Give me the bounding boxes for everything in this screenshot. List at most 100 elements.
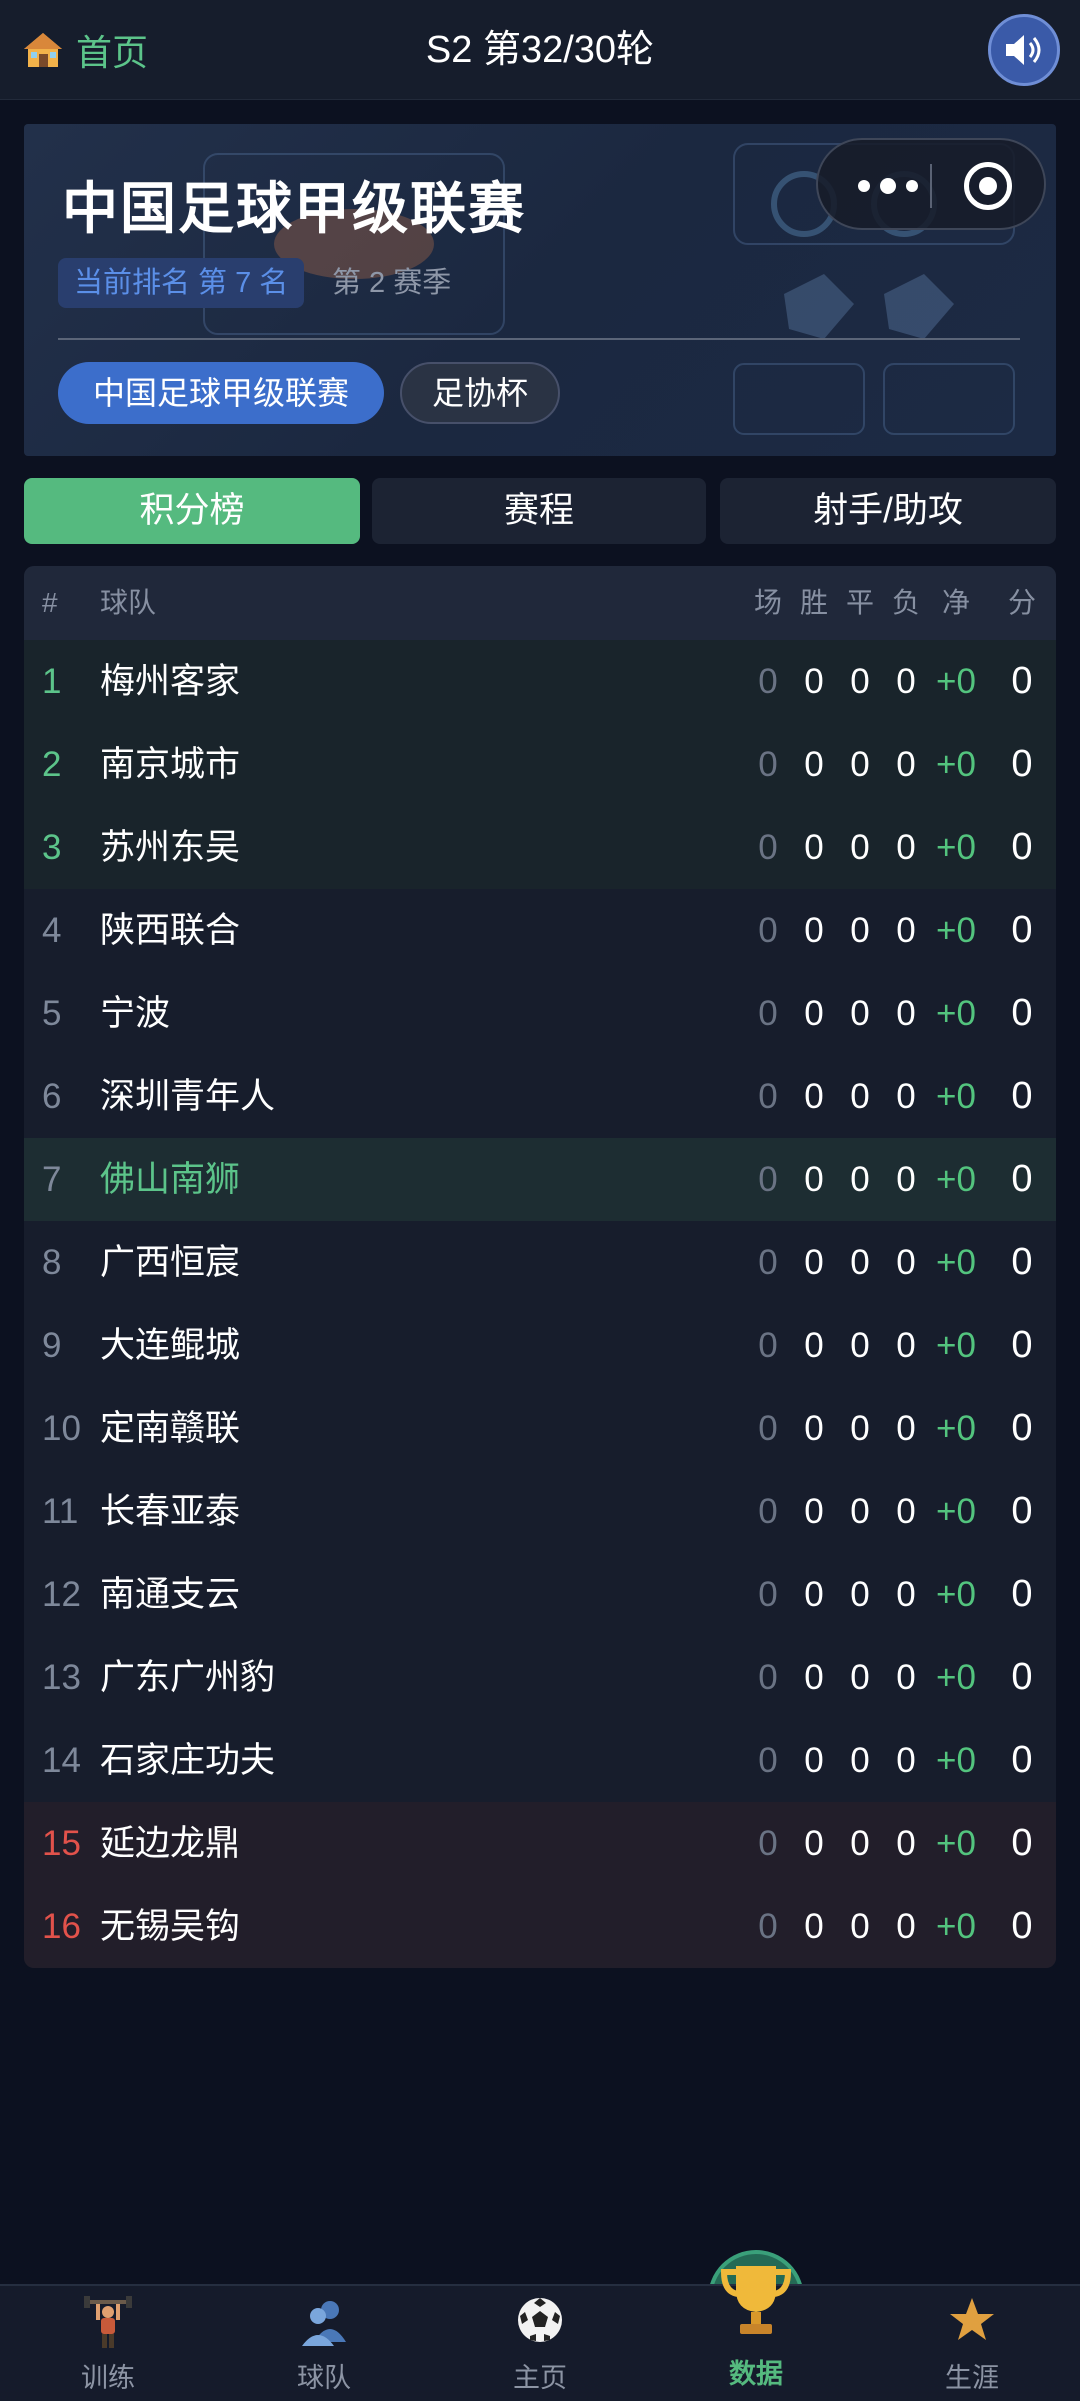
more-menu-icon[interactable]	[858, 168, 918, 204]
row-rank: 3	[42, 828, 62, 867]
table-row[interactable]: 5 宁波 0 0 0 0 +0 0	[24, 972, 1056, 1055]
row-won: 0	[804, 1077, 824, 1116]
star-icon	[950, 2298, 994, 2340]
row-drawn: 0	[850, 1741, 870, 1780]
row-team-name: 深圳青年人	[100, 1077, 276, 1116]
row-goal-diff: +0	[936, 745, 976, 784]
row-drawn: 0	[850, 1409, 870, 1448]
table-row[interactable]: 11 长春亚泰 0 0 0 0 +0 0	[24, 1470, 1056, 1553]
table-row[interactable]: 14 石家庄功夫 0 0 0 0 +0 0	[24, 1719, 1056, 1802]
row-goal-diff: +0	[936, 828, 976, 867]
row-team-name: 石家庄功夫	[100, 1741, 276, 1780]
row-team-name: 无锡吴钩	[100, 1907, 241, 1946]
nav-label-training: 训练	[81, 2363, 135, 2393]
row-team-name: 长春亚泰	[100, 1492, 241, 1531]
row-lost: 0	[896, 1907, 916, 1946]
row-played: 0	[758, 1409, 778, 1448]
season-label: 第 2 赛季	[332, 267, 452, 299]
table-row[interactable]: 1 梅州客家 0 0 0 0 +0 0	[24, 640, 1056, 723]
row-won: 0	[804, 745, 824, 784]
league-tab-fa-cup[interactable]: 足协杯	[400, 362, 560, 424]
tab-scorers-assists[interactable]: 射手/助攻	[720, 478, 1056, 544]
row-rank: 5	[42, 994, 62, 1033]
row-goal-diff: +0	[936, 994, 976, 1033]
row-rank: 6	[42, 1077, 62, 1116]
players-icon	[302, 2301, 346, 2346]
table-row[interactable]: 4 陕西联合 0 0 0 0 +0 0	[24, 889, 1056, 972]
row-lost: 0	[896, 1160, 916, 1199]
nav-career[interactable]: 生涯	[864, 2286, 1080, 2401]
standings-table: # 球队 场 胜 平 负 净 分 1 梅州客家 0 0 0 0 +0 0 2 南京城市 0 0 0 0 +0…	[24, 566, 1056, 1968]
table-row[interactable]: 3 苏州东吴 0 0 0 0 +0 0	[24, 806, 1056, 889]
current-rank-badge: 当前排名 第 7 名	[58, 258, 305, 308]
row-won: 0	[804, 1326, 824, 1365]
header-drawn: 平	[845, 587, 874, 618]
row-won: 0	[804, 994, 824, 1033]
row-lost: 0	[896, 1658, 916, 1697]
nav-label-career: 生涯	[945, 2363, 999, 2393]
row-goal-diff: +0	[936, 1575, 976, 1614]
row-won: 0	[804, 828, 824, 867]
row-drawn: 0	[850, 1575, 870, 1614]
header-lost: 负	[891, 587, 920, 618]
nav-training[interactable]: 训练	[0, 2286, 216, 2401]
row-drawn: 0	[850, 1907, 870, 1946]
row-lost: 0	[896, 1492, 916, 1531]
nav-team[interactable]: 球队	[216, 2286, 432, 2401]
table-row[interactable]: 13 广东广州豹 0 0 0 0 +0 0	[24, 1636, 1056, 1719]
row-lost: 0	[896, 745, 916, 784]
row-lost: 0	[896, 1824, 916, 1863]
table-row[interactable]: 7 佛山南狮 0 0 0 0 +0 0	[24, 1138, 1056, 1221]
row-won: 0	[804, 1409, 824, 1448]
table-row[interactable]: 6 深圳青年人 0 0 0 0 +0 0	[24, 1055, 1056, 1138]
row-rank: 7	[42, 1160, 62, 1199]
row-won: 0	[804, 1160, 824, 1199]
row-points: 0	[1011, 1739, 1033, 1781]
nav-home[interactable]: 主页	[432, 2286, 648, 2401]
tab-standings[interactable]: 积分榜	[24, 478, 360, 544]
row-played: 0	[758, 1160, 778, 1199]
row-played: 0	[758, 1741, 778, 1780]
close-target-icon[interactable]	[964, 162, 1012, 210]
table-row[interactable]: 8 广西恒宸 0 0 0 0 +0 0	[24, 1221, 1056, 1304]
row-lost: 0	[896, 1741, 916, 1780]
row-lost: 0	[896, 662, 916, 701]
table-row[interactable]: 12 南通支云 0 0 0 0 +0 0	[24, 1553, 1056, 1636]
row-lost: 0	[896, 994, 916, 1033]
speaker-icon	[1006, 35, 1041, 65]
table-row[interactable]: 2 南京城市 0 0 0 0 +0 0	[24, 723, 1056, 806]
league-tab-jia[interactable]: 中国足球甲级联赛	[58, 362, 384, 424]
row-rank: 2	[42, 745, 62, 784]
row-team-name: 广西恒宸	[100, 1243, 241, 1282]
row-rank: 9	[42, 1326, 62, 1365]
row-lost: 0	[896, 1326, 916, 1365]
tab-schedule[interactable]: 赛程	[372, 478, 706, 544]
row-team-name: 南京城市	[100, 745, 241, 784]
row-goal-diff: +0	[936, 1160, 976, 1199]
row-points: 0	[1011, 1656, 1033, 1698]
row-won: 0	[804, 911, 824, 950]
row-points: 0	[1011, 909, 1033, 951]
nav-data[interactable]: 数据	[648, 2266, 864, 2401]
table-row[interactable]: 10 定南赣联 0 0 0 0 +0 0	[24, 1387, 1056, 1470]
table-row[interactable]: 9 大连鲲城 0 0 0 0 +0 0	[24, 1304, 1056, 1387]
row-lost: 0	[896, 1243, 916, 1282]
row-rank: 16	[42, 1907, 81, 1946]
row-rank: 12	[42, 1575, 81, 1614]
row-goal-diff: +0	[936, 1492, 976, 1531]
row-rank: 8	[42, 1243, 62, 1282]
row-drawn: 0	[850, 662, 870, 701]
sound-button[interactable]	[988, 14, 1060, 86]
table-row[interactable]: 16 无锡吴钩 0 0 0 0 +0 0	[24, 1885, 1056, 1968]
table-row[interactable]: 15 延边龙鼎 0 0 0 0 +0 0	[24, 1802, 1056, 1885]
nav-label-home: 主页	[513, 2363, 567, 2393]
row-drawn: 0	[850, 1824, 870, 1863]
row-rank: 15	[42, 1824, 81, 1863]
weightlifter-icon	[84, 2296, 132, 2348]
row-won: 0	[804, 1824, 824, 1863]
row-played: 0	[758, 745, 778, 784]
row-lost: 0	[896, 911, 916, 950]
row-played: 0	[758, 1575, 778, 1614]
header-played: 场	[753, 587, 782, 618]
bottom-nav: 训练 球队 主页 数据 生涯	[0, 2266, 1080, 2401]
